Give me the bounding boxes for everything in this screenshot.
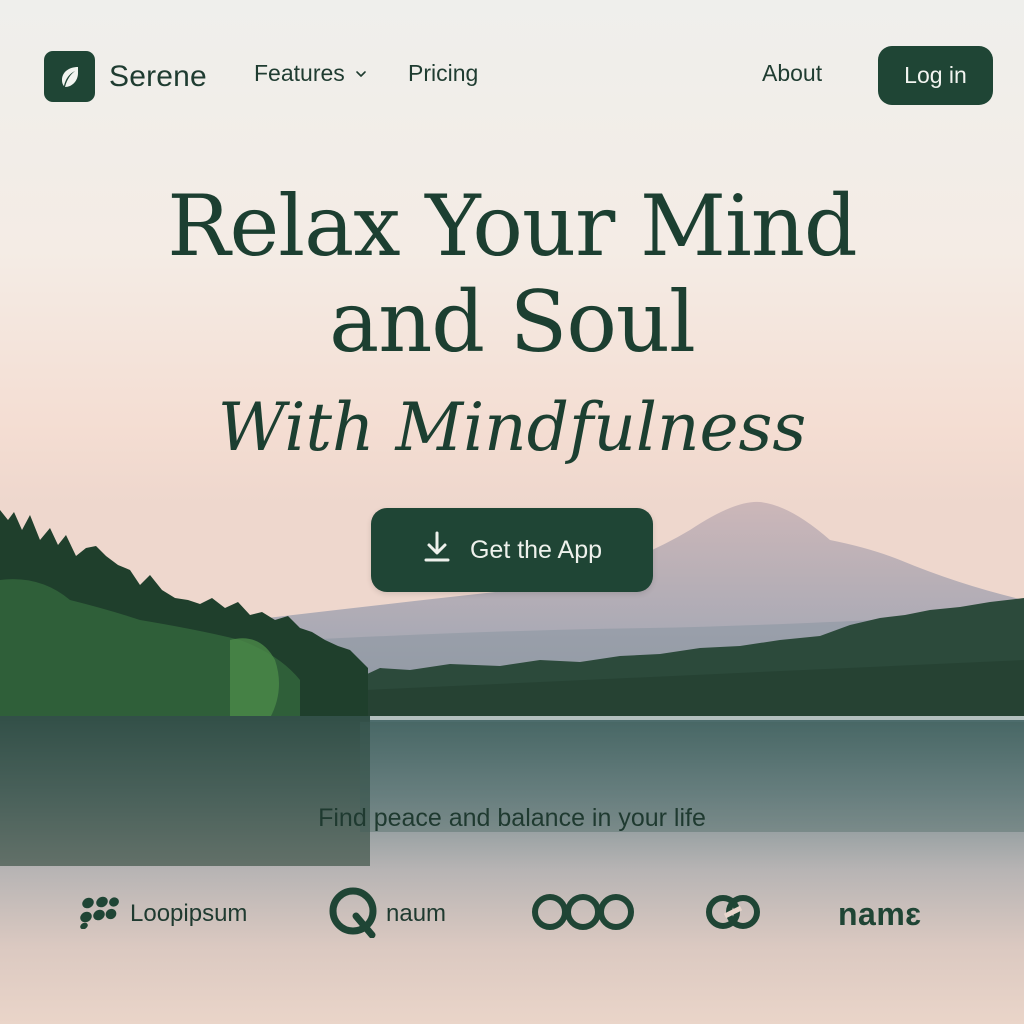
partner-logo-link bbox=[703, 888, 763, 940]
hero-title-line1: Relax Your Mind bbox=[167, 177, 857, 275]
partner-logo-naum: naum bbox=[328, 886, 447, 943]
partner-logo-infinity bbox=[530, 888, 636, 940]
brand-name: Serene bbox=[109, 59, 207, 93]
partner-logo-name-text: namɛ bbox=[838, 895, 922, 932]
hero-title: Relax Your Mind and Soul bbox=[0, 178, 1024, 370]
partner-logo-naum-text: naum bbox=[386, 900, 447, 927]
partner-logo-loopipsum: Loopipsum bbox=[78, 888, 247, 940]
leaf-icon bbox=[44, 51, 95, 102]
download-icon bbox=[422, 530, 452, 571]
dots-cluster-icon bbox=[78, 895, 120, 934]
q-letter-icon bbox=[328, 886, 382, 943]
infinity-icon bbox=[530, 892, 636, 937]
nav-link-pricing-label: Pricing bbox=[408, 60, 479, 86]
nav-link-about[interactable]: About bbox=[762, 60, 822, 87]
top-navigation: Serene Features Pricing About Log in bbox=[0, 0, 1024, 150]
chevron-down-icon bbox=[354, 67, 368, 81]
chain-link-icon bbox=[703, 892, 763, 937]
hero-tagline: Find peace and balance in your life bbox=[318, 804, 706, 832]
partner-logo-loopipsum-text: Loopipsum bbox=[130, 900, 248, 927]
hero-title-line2: and Soul bbox=[329, 273, 696, 371]
nav-link-about-label: About bbox=[762, 60, 823, 86]
nav-link-pricing[interactable]: Pricing bbox=[408, 60, 478, 87]
login-button[interactable]: Log in bbox=[878, 46, 993, 105]
get-the-app-label: Get the App bbox=[469, 535, 603, 564]
nav-link-features[interactable]: Features bbox=[254, 60, 368, 87]
get-the-app-button[interactable]: Get the App bbox=[371, 508, 653, 592]
nav-link-features-label: Features bbox=[254, 60, 345, 86]
partner-logo-name: namɛ bbox=[838, 888, 922, 940]
brand-logo-link[interactable]: Serene bbox=[44, 51, 207, 102]
hero-subtitle: With Mindfulness bbox=[217, 389, 807, 466]
